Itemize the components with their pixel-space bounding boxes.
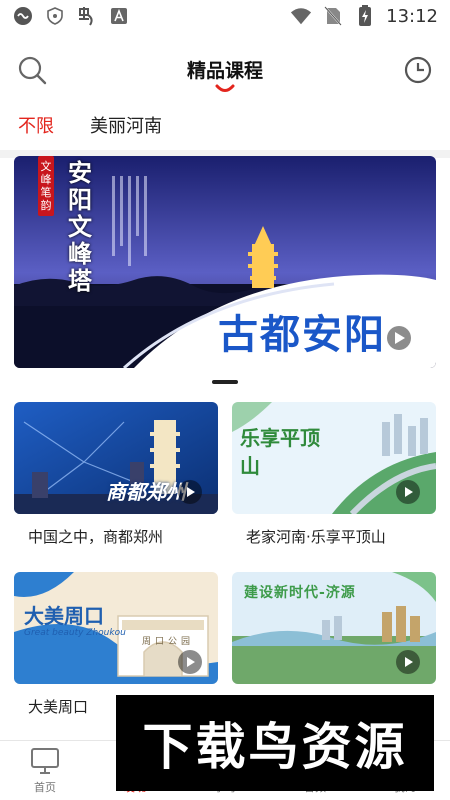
play-icon[interactable] xyxy=(396,650,420,674)
course-card[interactable]: 建设新时代-济源 xyxy=(232,572,436,696)
card-title: 老家河南·乐享平顶山 xyxy=(246,528,386,546)
card-overlay-title: 大美周口 xyxy=(24,604,104,628)
card-thumbnail: 建设新时代-济源 xyxy=(232,572,436,684)
banner-carousel[interactable]: 文峰笔韵 安阳文峰塔 古都安阳 xyxy=(14,156,436,368)
nav-label: 首页 xyxy=(34,781,56,794)
course-card[interactable]: 乐享平顶山 老家河南·乐享平顶山 xyxy=(232,402,436,547)
svg-text:文峰笔韵: 文峰笔韵 xyxy=(41,159,52,212)
nav-home[interactable]: 首页 xyxy=(10,747,80,795)
status-bar: 13:12 xyxy=(0,0,450,32)
filter-tabs: 不限 美丽河南 xyxy=(0,112,450,142)
play-icon[interactable] xyxy=(178,650,202,674)
card-gate-label: 周口公园 xyxy=(142,637,195,647)
card-thumbnail: 乐享平顶山 xyxy=(232,402,436,514)
app-logo-icon xyxy=(76,5,98,27)
banner-vertical-title: 安阳文峰塔 xyxy=(68,159,92,295)
card-overlay-title: 商都郑州 xyxy=(106,480,186,504)
card-overlay-title: 乐享平顶山 xyxy=(240,426,320,478)
watermark-text: 下载鸟资源 xyxy=(142,718,408,776)
play-icon[interactable] xyxy=(178,480,202,504)
monitor-icon xyxy=(30,747,60,775)
page-title: 精品课程 xyxy=(186,60,263,82)
title-accent-icon xyxy=(214,80,236,92)
wifi-icon xyxy=(290,5,312,27)
shield-icon xyxy=(44,5,66,27)
banner-caption: 古都安阳 xyxy=(218,312,386,358)
app-circle-icon xyxy=(12,5,34,27)
filter-tab-beautiful-henan[interactable]: 美丽河南 xyxy=(90,112,162,138)
card-overlay-subtitle: Great beauty Zhoukou xyxy=(24,628,126,638)
card-overlay-title: 建设新时代-济源 xyxy=(244,585,356,601)
status-time: 13:12 xyxy=(386,5,438,27)
card-title: 中国之中，商都郑州 xyxy=(28,528,164,546)
carousel-indicator[interactable] xyxy=(212,380,238,384)
battery-charging-icon xyxy=(354,5,376,27)
play-icon[interactable] xyxy=(396,480,420,504)
app-header: 精品课程 xyxy=(0,48,450,96)
a-icon xyxy=(108,5,130,27)
no-sim-icon xyxy=(322,5,344,27)
card-thumbnail: 大美周口 Great beauty Zhoukou 周口公园 xyxy=(14,572,218,684)
play-icon[interactable] xyxy=(387,326,411,350)
watermark-overlay: 下载鸟资源 xyxy=(116,695,434,791)
course-card[interactable]: 商都郑州 中国之中，商都郑州 xyxy=(14,402,218,547)
filter-tab-all[interactable]: 不限 xyxy=(18,112,54,138)
history-clock-icon[interactable] xyxy=(402,54,434,86)
card-thumbnail: 商都郑州 xyxy=(14,402,218,514)
